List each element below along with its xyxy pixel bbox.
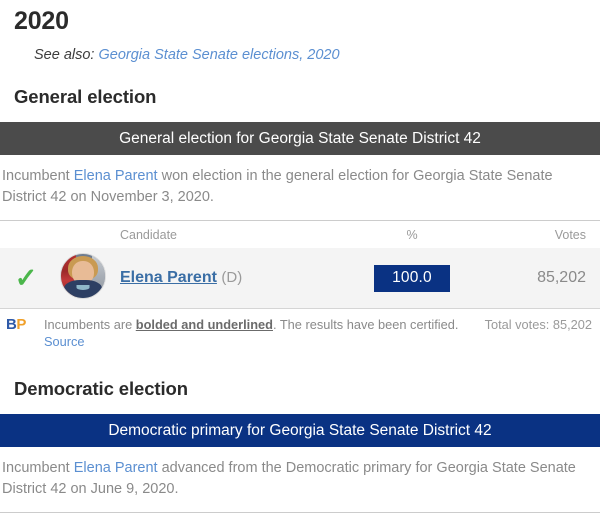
- percent-badge: 100.0: [374, 264, 450, 292]
- avatar: [60, 252, 106, 299]
- general-election-result-box: General election for Georgia State Senat…: [0, 122, 600, 356]
- bp-logo-b: B: [6, 316, 17, 333]
- bp-logo-p: P: [16, 316, 26, 333]
- see-also-label: See also:: [34, 47, 95, 63]
- footnote-text-before: Incumbents are: [44, 317, 136, 332]
- avatar-necklace: [76, 284, 90, 290]
- column-header-candidate: Candidate: [114, 221, 342, 248]
- general-election-description: Incumbent Elena Parent won election in t…: [0, 155, 600, 220]
- column-header-blank-photo: [52, 221, 114, 248]
- dem-desc-candidate-link[interactable]: Elena Parent: [74, 460, 158, 476]
- general-election-bar-title: General election for Georgia State Senat…: [0, 122, 600, 155]
- total-votes-label: Total votes: 85,202: [484, 317, 592, 332]
- footnote-source-link[interactable]: Source: [44, 334, 85, 349]
- column-header-percent: %: [342, 221, 482, 248]
- footnote-text: Incumbents are bolded and underlined. Th…: [44, 316, 485, 350]
- see-also-link[interactable]: Georgia State Senate elections, 2020: [99, 47, 340, 63]
- candidate-votes: 85,202: [537, 269, 586, 286]
- page-title: 2020: [14, 7, 69, 35]
- results-table: Candidate % Votes ✓ Elena Parent (D) 100…: [0, 221, 600, 308]
- candidate-name-link[interactable]: Elena Parent: [120, 269, 217, 286]
- candidate-name-cell: Elena Parent (D): [114, 248, 342, 308]
- column-header-votes: Votes: [482, 221, 600, 248]
- footnote-bold-underlined: bolded and underlined: [135, 317, 273, 332]
- ballotpedia-logo-icon: BP: [0, 316, 44, 333]
- see-also-line: See also: Georgia State Senate elections…: [0, 36, 600, 64]
- candidate-percent-cell: 100.0: [342, 248, 482, 308]
- candidate-party: (D): [221, 269, 243, 286]
- section-heading-general-election: General election: [14, 86, 157, 107]
- democratic-primary-bar-title: Democratic primary for Georgia State Sen…: [0, 414, 600, 447]
- dem-desc-text-before: Incumbent: [2, 460, 74, 476]
- democratic-primary-result-box: Democratic primary for Georgia State Sen…: [0, 414, 600, 513]
- candidate-photo-cell: [52, 248, 114, 308]
- election-results-page: 2020 See also: Georgia State Senate elec…: [0, 0, 600, 513]
- desc-candidate-link[interactable]: Elena Parent: [74, 168, 158, 184]
- table-header-row: Candidate % Votes: [0, 221, 600, 248]
- section-heading-democratic-election: Democratic election: [14, 378, 188, 399]
- desc-text-before: Incumbent: [2, 168, 74, 184]
- results-footnote: BP Incumbents are bolded and underlined.…: [0, 309, 600, 356]
- column-header-blank-check: [0, 221, 52, 248]
- footnote-text-after: . The results have been certified.: [272, 317, 459, 332]
- table-row: ✓ Elena Parent (D) 100.0 85,202: [0, 248, 600, 308]
- winner-checkmark-icon: ✓: [14, 262, 38, 293]
- democratic-primary-description: Incumbent Elena Parent advanced from the…: [0, 447, 600, 512]
